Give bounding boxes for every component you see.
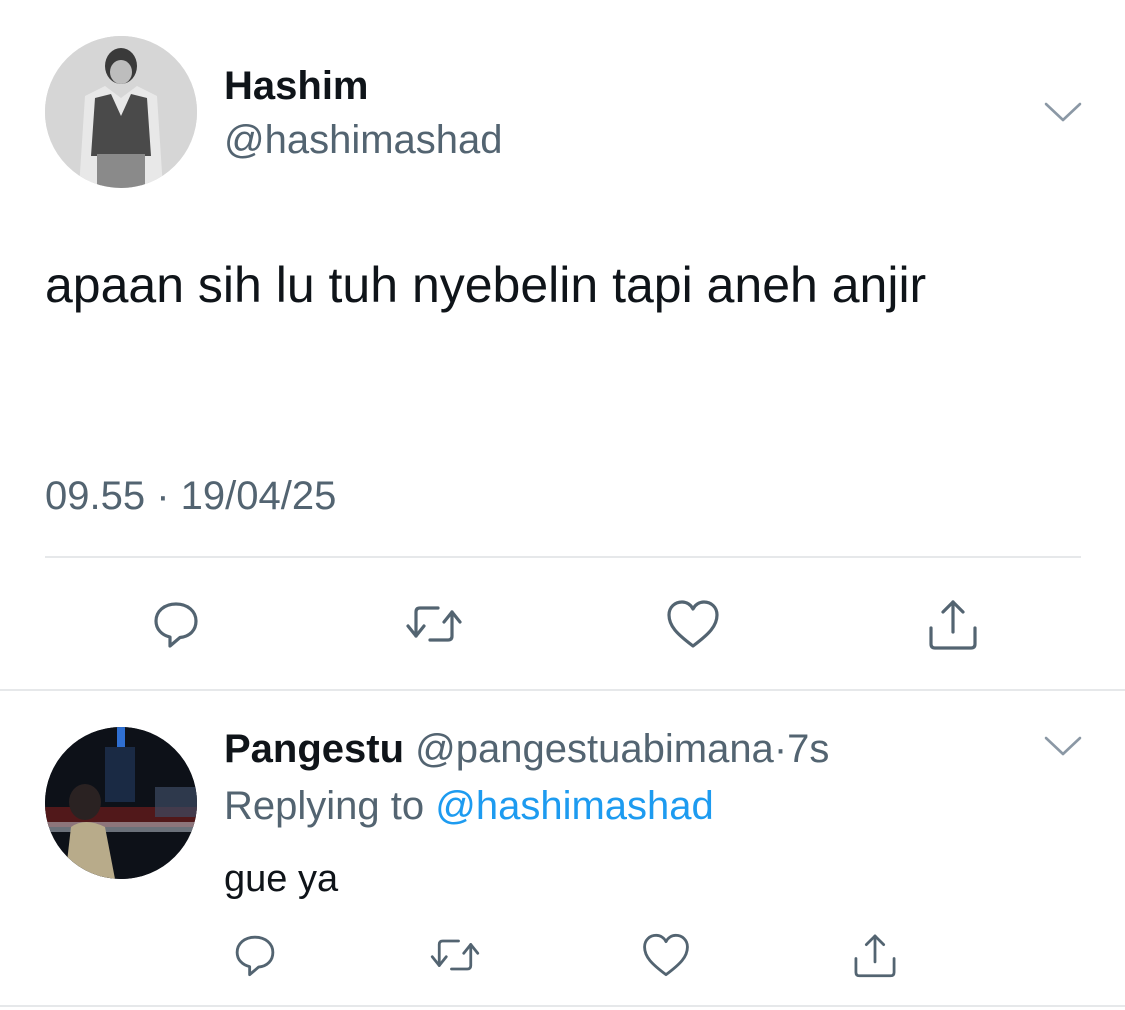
retweet-icon <box>430 939 480 971</box>
author-name[interactable]: Hashim <box>224 64 369 109</box>
chevron-down-icon[interactable] <box>1043 100 1083 124</box>
share-icon <box>929 600 977 650</box>
share-button[interactable] <box>918 589 988 659</box>
tweet-text: apaan sih lu tuh nyebelin tapi aneh anji… <box>45 257 927 313</box>
retweet-button[interactable] <box>399 589 469 659</box>
replying-to-line: Replying to @hashimashad <box>224 784 714 829</box>
profile-photo <box>45 727 197 879</box>
tweet-time[interactable]: 7s <box>787 727 829 771</box>
reply-button[interactable] <box>141 589 211 659</box>
author-handle[interactable]: @hashimashad <box>224 118 503 163</box>
mention-link[interactable]: @hashimashad <box>435 784 714 828</box>
tweet-timestamp[interactable]: 09.55 · 19/04/25 <box>45 474 336 519</box>
chevron-down-icon[interactable] <box>1043 734 1083 758</box>
divider <box>0 1005 1125 1007</box>
tweet-text: gue ya <box>224 858 339 900</box>
divider <box>0 689 1125 691</box>
retweet-icon <box>406 606 462 642</box>
heart-icon <box>643 933 689 977</box>
replying-label: Replying to <box>224 784 425 828</box>
reply-tweet-avatar[interactable] <box>45 727 197 879</box>
main-tweet-avatar[interactable] <box>45 36 197 188</box>
author-handle[interactable]: @pangestuabimana <box>415 727 774 771</box>
reply-icon <box>235 935 275 977</box>
profile-photo <box>45 36 197 188</box>
reply-header: Pangestu @pangestuabimana·7s <box>224 727 829 772</box>
separator: · <box>773 727 788 771</box>
like-button[interactable] <box>658 589 728 659</box>
reply-button[interactable] <box>220 920 290 990</box>
author-name[interactable]: Pangestu <box>224 727 404 771</box>
share-button[interactable] <box>840 920 910 990</box>
retweet-button[interactable] <box>420 920 490 990</box>
heart-icon <box>667 600 719 648</box>
share-icon <box>854 934 896 978</box>
divider <box>45 556 1081 558</box>
like-button[interactable] <box>631 920 701 990</box>
reply-icon <box>154 602 198 648</box>
